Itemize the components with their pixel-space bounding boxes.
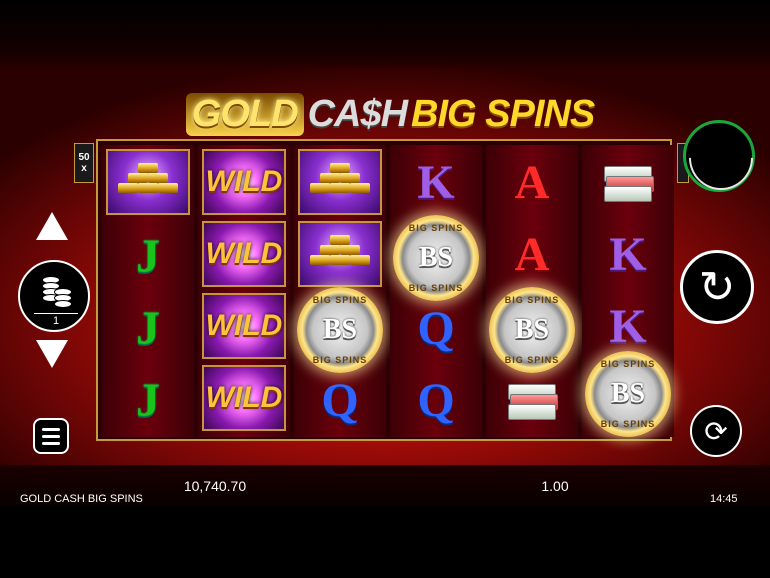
cash-stack-symbol [586, 149, 670, 215]
reel-1: J J J [102, 145, 194, 437]
big-spins-coin: BIG SPINS BS BIG SPINS [489, 287, 575, 373]
cash-stack-symbol [490, 367, 574, 433]
symbol-k: K [609, 299, 647, 353]
stake-decrease-button[interactable] [36, 340, 68, 368]
symbol-j: J [136, 301, 160, 355]
autoplay-icon: ⟳ [704, 415, 728, 447]
symbol-q: Q [321, 373, 359, 427]
big-spins-coin: BIG SPINS BS BIG SPINS [585, 351, 671, 437]
big-spins-coin: BIG SPINS BS BIG SPINS [393, 215, 479, 301]
wild-symbol: WILD [202, 149, 286, 215]
reel-grid: J J J WILD WILD WILD WILD Q BIG SPINS BS… [96, 139, 674, 441]
logo-big-spins: BIG SPINS [411, 92, 595, 135]
symbol-k: K [417, 155, 455, 209]
symbol-a: A [514, 227, 550, 281]
reel-4: K Q Q BIG SPINS BS BIG SPINS [390, 145, 482, 437]
game-title: GOLD CASH BIG SPINS [20, 493, 143, 505]
stake-value: 1 [34, 313, 78, 327]
symbol-k: K [609, 227, 647, 281]
gold-bars-icon [118, 161, 178, 203]
spin-icon: ↻ [698, 262, 736, 312]
big-spins-coin: BIG SPINS BS BIG SPINS [297, 287, 383, 373]
clock: 14:45 [710, 493, 738, 505]
menu-line [42, 441, 60, 445]
stake-button[interactable]: 1 [18, 260, 90, 332]
game-background: GOLD CA$H BIG SPINS 50 x J J J WILD WILD… [0, 0, 770, 578]
game-logo: GOLD CA$H BIG SPINS [170, 92, 610, 136]
reel-3: Q BIG SPINS BS BIG SPINS [294, 145, 386, 437]
symbol-j: J [136, 229, 160, 283]
logo-cash: CA$H [307, 92, 408, 135]
gold-bars-icon [310, 161, 370, 203]
menu-button[interactable] [33, 418, 69, 454]
symbol-j: J [136, 373, 160, 427]
spin-button[interactable]: ↻ [680, 250, 754, 324]
wild-symbol: WILD [202, 365, 286, 431]
footer-bar [0, 505, 770, 578]
symbol-q: Q [417, 301, 455, 355]
gold-bars-icon [310, 233, 370, 275]
cash-notes-icon [506, 382, 558, 420]
coins-icon [38, 272, 74, 310]
menu-line [42, 427, 60, 431]
feature-meter-button[interactable] [675, 112, 767, 204]
cash-notes-icon [602, 164, 654, 202]
gold-bar-symbol [106, 149, 190, 215]
bet-value: 1.00 [541, 478, 569, 494]
balance-value: 10,740.70 [183, 478, 247, 494]
wild-symbol: WILD [202, 293, 286, 359]
meter-arc-icon [675, 112, 767, 204]
symbol-q: Q [417, 373, 455, 427]
reel-6: K K BIG SPINS BS BIG SPINS [582, 145, 674, 437]
autoplay-button[interactable]: ⟳ [690, 405, 742, 457]
multiplier-badge: 50 x [74, 143, 94, 183]
stake-increase-button[interactable] [36, 212, 68, 240]
menu-line [42, 434, 60, 438]
symbol-a: A [514, 155, 550, 209]
top-shadow [0, 0, 770, 70]
gold-bar-symbol [298, 221, 382, 287]
wild-symbol: WILD [202, 221, 286, 287]
gold-bar-symbol [298, 149, 382, 215]
logo-gold: GOLD [185, 92, 304, 136]
reel-5: A A BIG SPINS BS BIG SPINS [486, 145, 578, 437]
reel-2: WILD WILD WILD WILD [198, 145, 290, 437]
